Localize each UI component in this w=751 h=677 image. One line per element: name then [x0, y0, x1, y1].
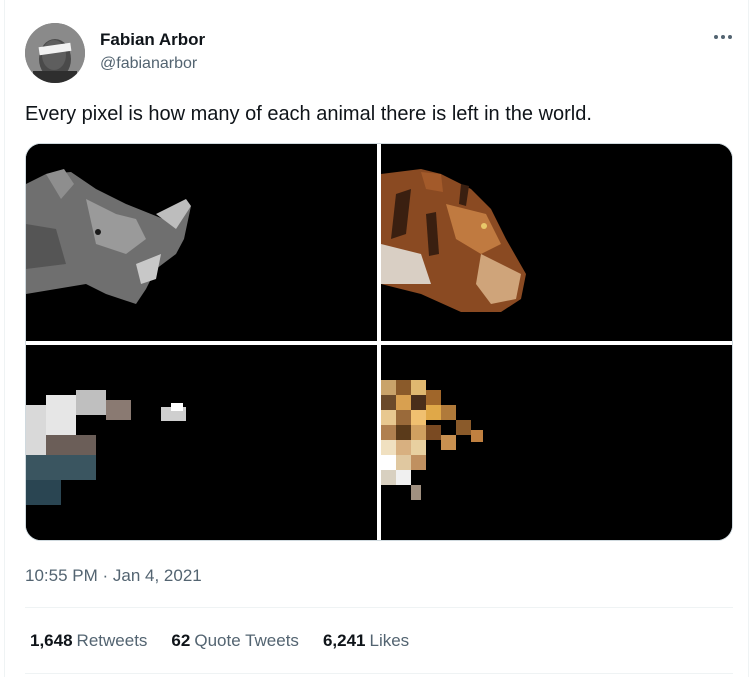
media-grid: [25, 143, 733, 541]
more-options-button[interactable]: [708, 22, 738, 52]
quote-tweets-label: Quote Tweets: [194, 631, 299, 650]
author-name[interactable]: Fabian Arbor: [100, 30, 205, 50]
leopard-image: [381, 345, 732, 540]
avatar-image: [25, 23, 85, 83]
tiger-image: [381, 144, 732, 341]
likes-stat[interactable]: 6,241 Likes: [323, 631, 409, 651]
tweet-timestamp[interactable]: 10:55 PM · Jan 4, 2021: [25, 566, 202, 586]
media-divider-horizontal: [26, 341, 732, 345]
eagle-image: [26, 345, 377, 540]
retweets-label: Retweets: [76, 631, 148, 650]
divider: [25, 673, 733, 674]
more-dots-icon: [714, 35, 732, 39]
divider: [25, 607, 733, 608]
avatar[interactable]: [25, 23, 85, 83]
author-handle[interactable]: @fabianarbor: [100, 55, 197, 73]
retweets-count: 1,648: [30, 631, 73, 650]
tweet-text: Every pixel is how many of each animal t…: [25, 103, 592, 125]
media-photo-tiger[interactable]: [381, 144, 732, 341]
media-photo-rhino[interactable]: [26, 144, 377, 341]
quote-tweets-count: 62: [171, 631, 191, 650]
engagement-stats: 1,648 Retweets 62 Quote Tweets 6,241 Likes: [30, 631, 409, 651]
quote-tweets-stat[interactable]: 62 Quote Tweets: [171, 631, 299, 651]
media-photo-leopard[interactable]: [381, 345, 732, 540]
retweets-stat[interactable]: 1,648 Retweets: [30, 631, 147, 651]
media-photo-eagle[interactable]: [26, 345, 377, 540]
rhino-image: [26, 144, 377, 341]
likes-label: Likes: [369, 631, 410, 650]
likes-count: 6,241: [322, 631, 366, 650]
